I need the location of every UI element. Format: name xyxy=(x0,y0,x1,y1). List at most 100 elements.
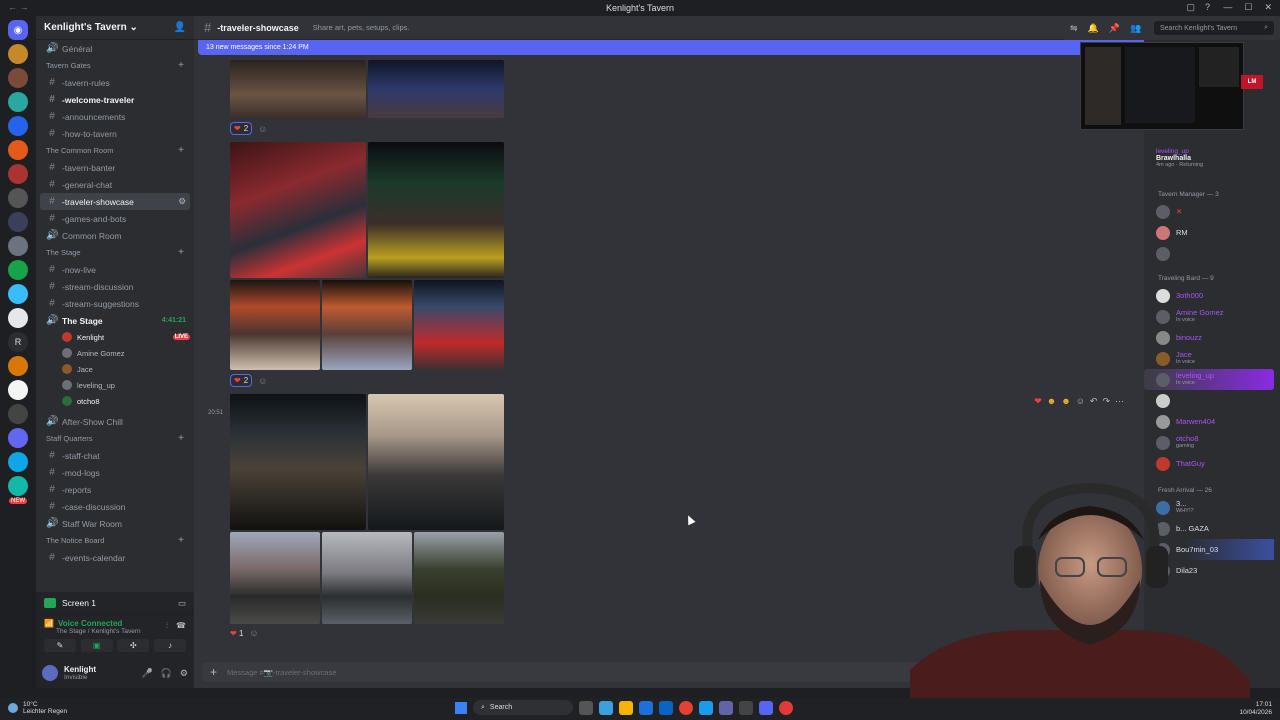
attachment-image[interactable] xyxy=(230,60,366,118)
category-staff-quarters[interactable]: Staff Quarters + xyxy=(36,430,194,447)
attachment-image[interactable] xyxy=(414,280,504,370)
attachment-image[interactable] xyxy=(230,394,366,530)
discord-taskbar-icon[interactable] xyxy=(759,700,773,715)
attachment-image[interactable] xyxy=(322,280,412,370)
help-icon[interactable]: ? xyxy=(1205,2,1210,13)
task-view-icon[interactable] xyxy=(579,700,593,715)
attachment-image[interactable] xyxy=(230,280,320,370)
voice-user[interactable]: Jace xyxy=(36,361,194,377)
add-channel-icon[interactable]: + xyxy=(178,247,184,258)
minimize-button[interactable]: — xyxy=(1223,2,1232,13)
member-item[interactable] xyxy=(1144,390,1280,411)
channel-how-to-tavern[interactable]: # -how-to-tavern xyxy=(36,125,194,142)
member-item[interactable]: Jace In voice xyxy=(1144,348,1280,369)
attachment-image[interactable] xyxy=(230,532,320,624)
chrome-icon[interactable] xyxy=(679,700,693,715)
voice-channel-staff-war-room[interactable]: 🔊 Staff War Room xyxy=(36,515,194,532)
heart-reaction-icon[interactable]: ❤ xyxy=(1034,396,1042,407)
settings-gear-icon[interactable]: ⚙ xyxy=(180,668,188,679)
popout-icon[interactable]: ▭ xyxy=(178,598,186,609)
member-activity[interactable]: leveling_up Brawlhalla 4m ago · Returnin… xyxy=(1156,148,1203,168)
add-channel-icon[interactable]: + xyxy=(178,60,184,71)
headphones-icon[interactable]: 🎧 xyxy=(161,668,172,679)
soundboard-button[interactable]: ♪ xyxy=(153,639,186,652)
server-icon[interactable] xyxy=(8,68,28,88)
server-header[interactable]: Kenlight's Tavern ⌄ 👤 xyxy=(36,16,194,40)
disconnect-icon[interactable]: ☎ xyxy=(176,621,186,631)
mail-icon[interactable] xyxy=(659,700,673,715)
add-channel-icon[interactable]: + xyxy=(178,535,184,546)
server-icon[interactable] xyxy=(8,212,28,232)
maximize-button[interactable]: ☐ xyxy=(1244,2,1252,13)
search-input[interactable]: Search Kenlight's Tavern ⌕ xyxy=(1154,21,1274,35)
channel-now-live[interactable]: # -now-live xyxy=(36,261,194,278)
server-icon-r[interactable]: R xyxy=(8,332,28,352)
app-icon[interactable] xyxy=(699,700,713,715)
avatar[interactable] xyxy=(42,665,58,681)
channel-events-calendar[interactable]: # -events-calendar xyxy=(36,549,194,566)
more-icon[interactable]: ⋯ xyxy=(1115,396,1124,407)
inbox-icon[interactable]: ▢ xyxy=(1186,2,1195,13)
voice-channel-after-show-chill[interactable]: 🔊 After-Show Chill xyxy=(36,413,194,430)
category-common-room[interactable]: The Common Room + xyxy=(36,142,194,159)
threads-icon[interactable]: ⇋ xyxy=(1070,23,1078,34)
channel-stream-discussion[interactable]: # -stream-discussion xyxy=(36,278,194,295)
teams-icon[interactable] xyxy=(719,700,733,715)
channel-welcome-traveler[interactable]: # -welcome-traveler xyxy=(36,91,194,108)
store-icon[interactable] xyxy=(639,700,653,715)
attach-plus-icon[interactable]: + xyxy=(210,665,217,679)
channel-mod-logs[interactable]: # -mod-logs xyxy=(36,464,194,481)
mic-icon[interactable]: 🎤 xyxy=(141,668,152,679)
member-item[interactable] xyxy=(1144,243,1280,264)
attachment-image[interactable] xyxy=(230,142,366,278)
screen-share-bar[interactable]: Screen 1 ▭ xyxy=(36,592,194,614)
obs-icon[interactable] xyxy=(779,700,793,715)
server-icon[interactable] xyxy=(8,116,28,136)
share-screen-button[interactable]: ▣ xyxy=(80,639,113,652)
attachment-image[interactable] xyxy=(368,60,504,118)
attachment-image[interactable] xyxy=(414,532,504,624)
member-item[interactable]: RM xyxy=(1144,222,1280,243)
camera-button[interactable]: ✎ xyxy=(44,639,76,652)
server-icon[interactable] xyxy=(8,308,28,328)
server-icon[interactable] xyxy=(8,92,28,112)
voice-user[interactable]: Kenlight LIVE xyxy=(36,329,194,345)
server-icon[interactable] xyxy=(8,380,28,400)
channel-reports[interactable]: # -reports xyxy=(36,481,194,498)
server-icon[interactable] xyxy=(8,236,28,256)
server-icon[interactable] xyxy=(8,404,28,424)
message-input[interactable]: Message #📷-traveler-showcase xyxy=(227,668,336,677)
add-reaction-icon[interactable]: ☺ xyxy=(258,124,267,134)
voice-user[interactable]: Amine Gomez xyxy=(36,345,194,361)
member-item[interactable]: leveling_up In voice xyxy=(1144,369,1274,390)
member-item[interactable]: binouzz xyxy=(1144,327,1280,348)
reaction-heart[interactable]: ❤ 2 xyxy=(230,374,253,387)
settings-gear-icon[interactable]: ⚙ xyxy=(178,196,186,207)
discord-home-icon[interactable]: ◉ xyxy=(8,20,28,40)
reaction-heart[interactable]: ❤ 1 xyxy=(230,629,243,638)
channel-announcements[interactable]: # -announcements xyxy=(36,108,194,125)
server-icon[interactable] xyxy=(8,356,28,376)
system-clock[interactable]: 17:01 10/04/2026 xyxy=(1239,701,1272,717)
add-reaction-icon[interactable]: ☺ xyxy=(249,628,258,638)
windows-start-icon[interactable] xyxy=(455,701,467,714)
taskbar-search[interactable]: ⌕ Search xyxy=(473,700,573,715)
category-the-stage[interactable]: The Stage + xyxy=(36,244,194,261)
server-icon[interactable] xyxy=(8,140,28,160)
channel-stream-suggestions[interactable]: # -stream-suggestions xyxy=(36,295,194,312)
weather-widget[interactable]: 10°C Leichter Regen xyxy=(8,701,67,715)
category-notice-board[interactable]: The Notice Board + xyxy=(36,532,194,549)
voice-channel-common-room[interactable]: 🔊 Common Room xyxy=(36,227,194,244)
server-icon[interactable] xyxy=(8,476,28,496)
channel-staff-chat[interactable]: # -staff-chat xyxy=(36,447,194,464)
channel-traveler-showcase[interactable]: # -traveler-showcase ⚙ xyxy=(40,193,190,210)
server-icon[interactable] xyxy=(8,260,28,280)
channel-tavern-rules[interactable]: # -tavern-rules xyxy=(36,74,194,91)
channel-topic[interactable]: Share art, pets, setups, clips. xyxy=(313,23,410,32)
server-icon[interactable] xyxy=(8,284,28,304)
members-icon[interactable]: 👥 xyxy=(1130,23,1141,34)
server-icon[interactable] xyxy=(8,188,28,208)
sweat-reaction-icon[interactable]: ☻ xyxy=(1061,396,1070,407)
laugh-reaction-icon[interactable]: ☻ xyxy=(1047,396,1056,407)
activities-button[interactable]: ✣ xyxy=(117,639,150,652)
